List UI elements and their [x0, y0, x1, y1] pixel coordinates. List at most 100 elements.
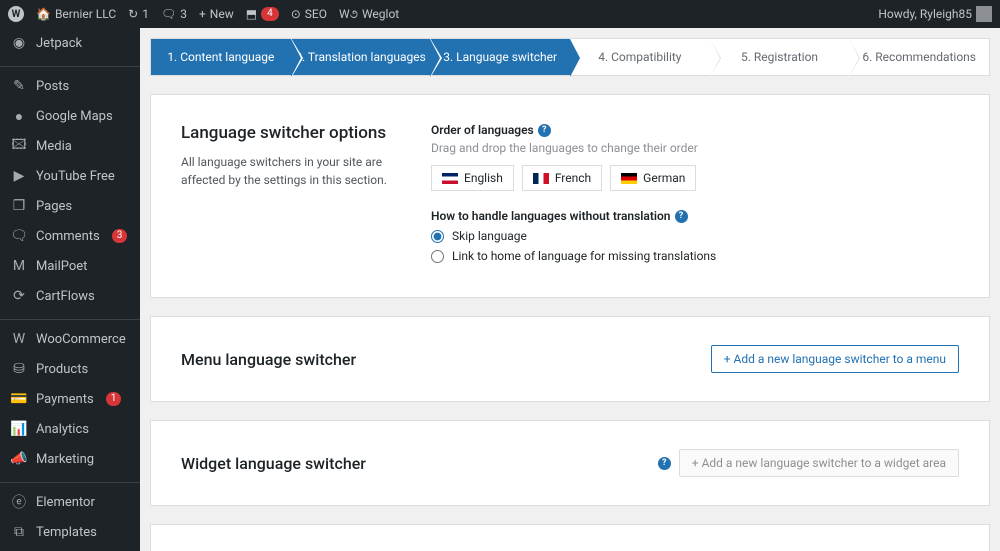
lang-chip-english[interactable]: English — [431, 165, 514, 191]
menu-label: Media — [36, 139, 72, 154]
sidebar-item-elementor[interactable]: ⓔElementor — [0, 487, 140, 517]
site-name: Bernier LLC — [55, 7, 116, 21]
menu-label: Templates — [36, 525, 97, 540]
menu-label: Google Maps — [36, 109, 113, 124]
menu-icon: ⟳ — [10, 287, 28, 305]
menu-label: MailPoet — [36, 259, 87, 274]
badge: 3 — [112, 229, 128, 243]
menu-label: WooCommerce — [36, 332, 126, 347]
setup-stepper: 1. Content language 2. Translation langua… — [150, 38, 990, 76]
separator — [0, 478, 140, 483]
menu-label: Jetpack — [36, 36, 82, 51]
menu-icon: ▶ — [10, 167, 28, 185]
sidebar-item-jetpack[interactable]: ◉ Jetpack — [0, 28, 140, 58]
radio-skip[interactable]: Skip language — [431, 229, 959, 243]
step-4[interactable]: 4. Compatibility — [570, 39, 710, 75]
panel-title: Widget language switcher — [181, 454, 366, 473]
menu-icon: 📊 — [10, 420, 28, 438]
menu-icon: ❐ — [10, 197, 28, 215]
step-label: 3. Language switcher — [443, 50, 557, 64]
seo-link[interactable]: ⊙ SEO — [291, 7, 327, 21]
lang-chip-german[interactable]: German — [610, 165, 696, 191]
sidebar-item-youtube-free[interactable]: ▶ YouTube Free — [0, 161, 140, 191]
menu-label: Comments — [36, 229, 100, 244]
sidebar-item-mailpoet[interactable]: M MailPoet — [0, 251, 140, 281]
add-menu-switcher-button[interactable]: + Add a new language switcher to a menu — [711, 345, 959, 373]
sidebar-item-pages[interactable]: ❐ Pages — [0, 191, 140, 221]
menu-icon: ● — [10, 107, 28, 125]
menu-label: CartFlows — [36, 289, 95, 304]
radio-skip-input[interactable] — [431, 230, 444, 243]
step-label: 5. Registration — [741, 50, 818, 64]
updates-link[interactable]: ⬒ 4 — [246, 7, 279, 21]
help-icon[interactable]: ? — [675, 210, 688, 223]
main-content: 1. Content language 2. Translation langua… — [140, 28, 1000, 551]
sidebar-item-woocommerce[interactable]: W WooCommerce — [0, 324, 140, 354]
missing-label: How to handle languages without translat… — [431, 209, 959, 223]
language-chips: English French German — [431, 165, 959, 191]
menu-icon: ◉ — [10, 34, 28, 52]
step-3[interactable]: 3. Language switcher — [430, 39, 570, 75]
panel-title: Language switcher options — [181, 123, 391, 143]
sidebar-item-google-maps[interactable]: ● Google Maps — [0, 101, 140, 131]
help-icon[interactable]: ? — [658, 457, 671, 470]
menu-icon: 💳 — [10, 390, 28, 408]
step-6[interactable]: 6. Recommendations — [849, 39, 989, 75]
separator — [0, 315, 140, 320]
sidebar-item-posts[interactable]: ✎Posts — [0, 71, 140, 101]
sidebar-item-templates[interactable]: ⧉ Templates — [0, 517, 140, 547]
comments-link[interactable]: 🗨 3 — [161, 7, 187, 21]
widget-switcher-panel: Widget language switcher ? + Add a new l… — [150, 420, 990, 506]
admin-bar: W 🏠 Bernier LLC ↻ 1 🗨 3 + New ⬒ 4 ⊙ SEO … — [0, 0, 1000, 28]
menu-icon: 🗨 — [10, 227, 28, 245]
lang-label: French — [555, 171, 591, 185]
step-label: 6. Recommendations — [862, 50, 976, 64]
step-label: 1. Content language — [167, 50, 274, 64]
sidebar-item-payments[interactable]: 💳 Payments 1 — [0, 384, 140, 414]
menu-icon: ⧉ — [10, 523, 28, 541]
menu-icon: 🖾 — [10, 137, 28, 155]
menu-label: Marketing — [36, 452, 94, 467]
step-2[interactable]: 2. Translation languages — [291, 39, 431, 75]
add-widget-switcher-button: + Add a new language switcher to a widge… — [679, 449, 959, 477]
radio-link-input[interactable] — [431, 250, 444, 263]
step-label: 2. Translation languages — [295, 50, 426, 64]
site-link[interactable]: 🏠 Bernier LLC — [36, 7, 116, 21]
badge: 1 — [106, 392, 122, 406]
menu-label: Products — [36, 362, 88, 377]
sidebar-item-media[interactable]: 🖾 Media — [0, 131, 140, 161]
menu-icon: W — [10, 330, 28, 348]
panel-title: Menu language switcher — [181, 350, 356, 369]
menu-label: YouTube Free — [36, 169, 115, 184]
footer-switcher-panel: Footer language switcher ? Show language… — [150, 524, 990, 551]
menu-icon: ⛁ — [10, 360, 28, 378]
sidebar-item-comments[interactable]: 🗨 Comments 3 — [0, 221, 140, 251]
menu-icon: M — [10, 257, 28, 275]
lang-label: German — [643, 171, 685, 185]
step-5[interactable]: 5. Registration — [710, 39, 850, 75]
flag-icon — [442, 173, 458, 184]
refresh-link[interactable]: ↻ 1 — [128, 7, 149, 21]
menu-label: Payments — [36, 392, 94, 407]
weglot-link[interactable]: W૭ Weglot — [339, 7, 399, 22]
greeting[interactable]: Howdy, Ryleigh85 — [878, 6, 992, 22]
step-1[interactable]: 1. Content language — [151, 39, 291, 75]
panel-desc: All language switchers in your site are … — [181, 153, 391, 189]
menu-label: Analytics — [36, 422, 89, 437]
wp-logo[interactable]: W — [8, 6, 24, 22]
sidebar-item-marketing[interactable]: 📣 Marketing — [0, 444, 140, 474]
admin-sidebar: ◉ Jetpack ✎Posts ● Google Maps 🖾 Media ▶ YouTube… — [0, 28, 140, 551]
sidebar-item-products[interactable]: ⛁ Products — [0, 354, 140, 384]
step-label: 4. Compatibility — [598, 50, 681, 64]
help-icon[interactable]: ? — [538, 124, 551, 137]
menu-label: Pages — [36, 199, 72, 214]
new-link[interactable]: + New — [199, 7, 234, 21]
menu-icon: ⓔ — [10, 493, 28, 511]
lang-chip-french[interactable]: French — [522, 165, 602, 191]
lang-label: English — [464, 171, 503, 185]
menu-switcher-panel: Menu language switcher + Add a new langu… — [150, 316, 990, 402]
sidebar-item-cartflows[interactable]: ⟳ CartFlows — [0, 281, 140, 311]
menu-icon: 📣 — [10, 450, 28, 468]
sidebar-item-analytics[interactable]: 📊 Analytics — [0, 414, 140, 444]
radio-link[interactable]: Link to home of language for missing tra… — [431, 249, 959, 263]
